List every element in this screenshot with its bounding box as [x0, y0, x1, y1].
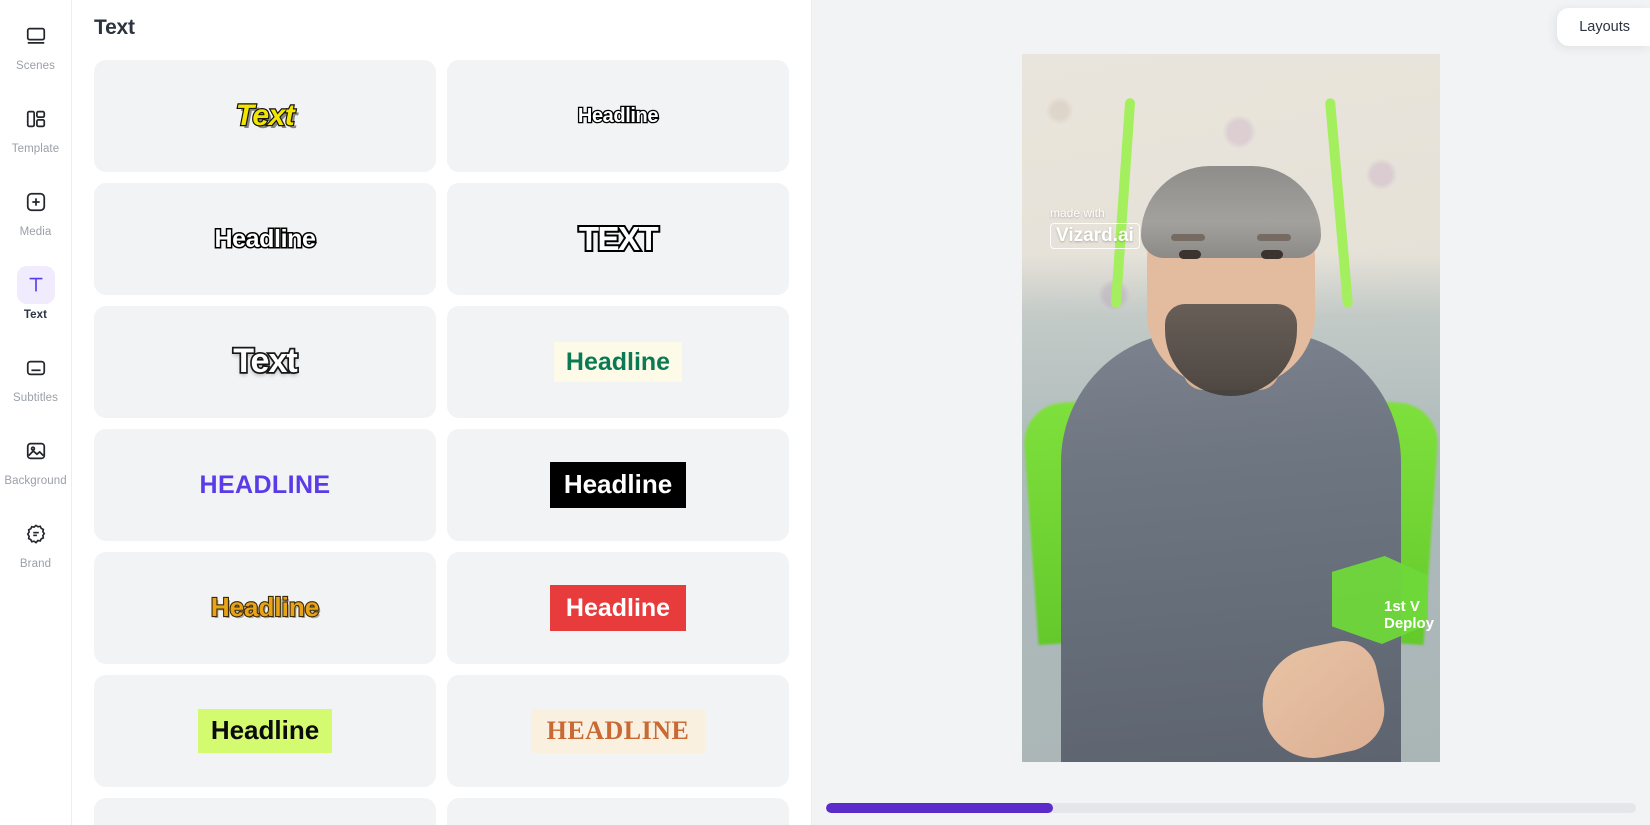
media-icon [17, 183, 55, 221]
video-logo-line2: Deploy [1383, 614, 1434, 632]
text-style-card-black-on-lime[interactable]: Headline [94, 675, 436, 787]
background-icon [17, 432, 55, 470]
style-preview-label: Headline [210, 592, 321, 623]
text-style-card-purple-caps[interactable]: HEADLINE [94, 429, 436, 541]
sidebar-label-media: Media [19, 226, 52, 238]
video-logo-line1: 1st V [1383, 598, 1420, 615]
person-brow-right [1257, 234, 1291, 241]
page-title: Text [94, 16, 135, 39]
style-preview-label: Headline [549, 584, 687, 632]
person-eye-right [1261, 250, 1283, 259]
text-style-card-white-on-red[interactable]: Headline [447, 552, 789, 664]
sidebar-label-background: Background [4, 475, 67, 487]
text-panel: Text Text Headline Headline TEXT Text He… [72, 0, 812, 825]
video-logo-text: 1st V Deploy [1383, 598, 1434, 632]
text-style-card-serif-blue-outline[interactable]: HEADLINE [94, 798, 436, 825]
text-style-card-soft-outline[interactable]: Text [94, 306, 436, 418]
text-style-card-caps-outline[interactable]: TEXT [447, 183, 789, 295]
sidebar-item-scenes[interactable]: Scenes [0, 8, 72, 79]
sidebar-label-template: Template [11, 143, 60, 155]
preview-stage: Layouts 1st V Deploy made with Vizard.ai [812, 0, 1650, 825]
style-preview-label: Headline [553, 341, 683, 383]
text-style-card-white-on-black[interactable]: Headline [447, 429, 789, 541]
text-style-card-white-outline-small[interactable]: Headline [447, 60, 789, 172]
sidebar-item-template[interactable]: Template [0, 91, 72, 162]
text-style-card-gold-outline[interactable]: Headline [94, 552, 436, 664]
panel-header: Text [72, 0, 811, 52]
person-hair [1141, 166, 1321, 258]
subtitles-icon [17, 349, 55, 387]
sidebar-label-brand: Brand [19, 558, 52, 570]
text-style-card-teal-on-cream[interactable]: Headline [447, 306, 789, 418]
sidebar-item-subtitles[interactable]: Subtitles [0, 340, 72, 411]
person-brow-left [1171, 234, 1205, 241]
progress-row [812, 803, 1650, 813]
watermark: made with Vizard.ai [1050, 206, 1140, 249]
watermark-brand: Vizard.ai [1050, 223, 1140, 249]
text-icon [16, 266, 55, 304]
text-style-grid: Text Headline Headline TEXT Text Headlin… [72, 52, 811, 825]
app-root: Scenes Template Media Text Subtitles Bac… [0, 0, 1650, 825]
sidebar-label-scenes: Scenes [16, 60, 55, 72]
style-preview-label: Text [232, 342, 300, 381]
layouts-button[interactable]: Layouts [1557, 8, 1650, 46]
style-preview-label: Headline [577, 104, 660, 128]
style-preview-label: Headline [549, 462, 687, 508]
style-preview-label: HEADLINE [199, 470, 331, 499]
left-rail: Scenes Template Media Text Subtitles Bac… [0, 0, 72, 825]
scenes-icon [17, 17, 55, 55]
text-style-card-white-outline-med[interactable]: Headline [94, 183, 436, 295]
text-style-card-red-italic[interactable]: Headline [447, 798, 789, 825]
timeline-scrubber[interactable] [826, 803, 1636, 813]
sidebar-item-brand[interactable]: Brand [0, 506, 72, 577]
brand-icon [17, 515, 55, 553]
style-preview-label: Headline [213, 224, 317, 254]
sidebar-item-media[interactable]: Media [0, 174, 72, 245]
video-preview[interactable]: 1st V Deploy made with Vizard.ai [1022, 54, 1440, 762]
style-preview-label: TEXT [577, 219, 661, 257]
sidebar-label-subtitles: Subtitles [12, 392, 58, 404]
timeline-progress-fill [826, 803, 1053, 813]
style-preview-label: Headline [197, 709, 333, 753]
style-preview-label: HEADLINE [530, 709, 706, 753]
text-style-card-serif-orange-cream[interactable]: HEADLINE [447, 675, 789, 787]
watermark-line1: made with [1050, 206, 1105, 220]
style-preview-label: Text [235, 99, 296, 133]
template-icon [17, 100, 55, 138]
person-eye-left [1179, 250, 1201, 259]
sidebar-label-text: Text [23, 309, 48, 321]
sidebar-item-background[interactable]: Background [0, 423, 72, 494]
text-style-card-yellow-italic[interactable]: Text [94, 60, 436, 172]
sidebar-item-text[interactable]: Text [0, 257, 72, 328]
